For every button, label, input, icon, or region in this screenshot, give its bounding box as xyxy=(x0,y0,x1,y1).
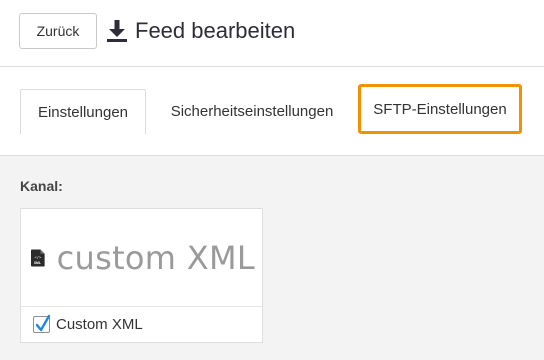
custom-xml-logo: </> XML custom XML xyxy=(31,235,255,281)
main-content: Kanal: </> XML custom XML Custom XML xyxy=(0,156,544,360)
tab-einstellungen[interactable]: Einstellungen xyxy=(20,89,146,134)
xml-file-icon: </> XML xyxy=(31,249,45,267)
xml-file-icon-glyph: </> xyxy=(34,254,42,259)
checkmark-icon xyxy=(35,314,51,332)
channel-card-custom-xml[interactable]: </> XML custom XML Custom XML xyxy=(20,208,263,343)
back-button[interactable]: Zurück xyxy=(19,13,97,49)
custom-xml-label: Custom XML xyxy=(56,316,143,333)
card-footer: Custom XML xyxy=(21,306,262,342)
tab-sftp-einstellungen[interactable]: SFTP-Einstellungen xyxy=(358,84,522,134)
download-icon xyxy=(107,20,127,42)
logo-text: custom XML xyxy=(56,239,255,277)
xml-file-icon-text: XML xyxy=(34,261,41,265)
custom-xml-checkbox[interactable] xyxy=(33,314,51,333)
channel-label: Kanal: xyxy=(20,178,63,194)
page-title: Feed bearbeiten xyxy=(135,18,296,43)
page-header: Zurück Feed bearbeiten xyxy=(0,0,544,67)
tab-sicherheitseinstellungen[interactable]: Sicherheitseinstellungen xyxy=(152,89,352,133)
tab-bar: Einstellungen Sicherheitseinstellungen S… xyxy=(0,67,544,156)
page-title-group: Feed bearbeiten xyxy=(106,16,295,46)
